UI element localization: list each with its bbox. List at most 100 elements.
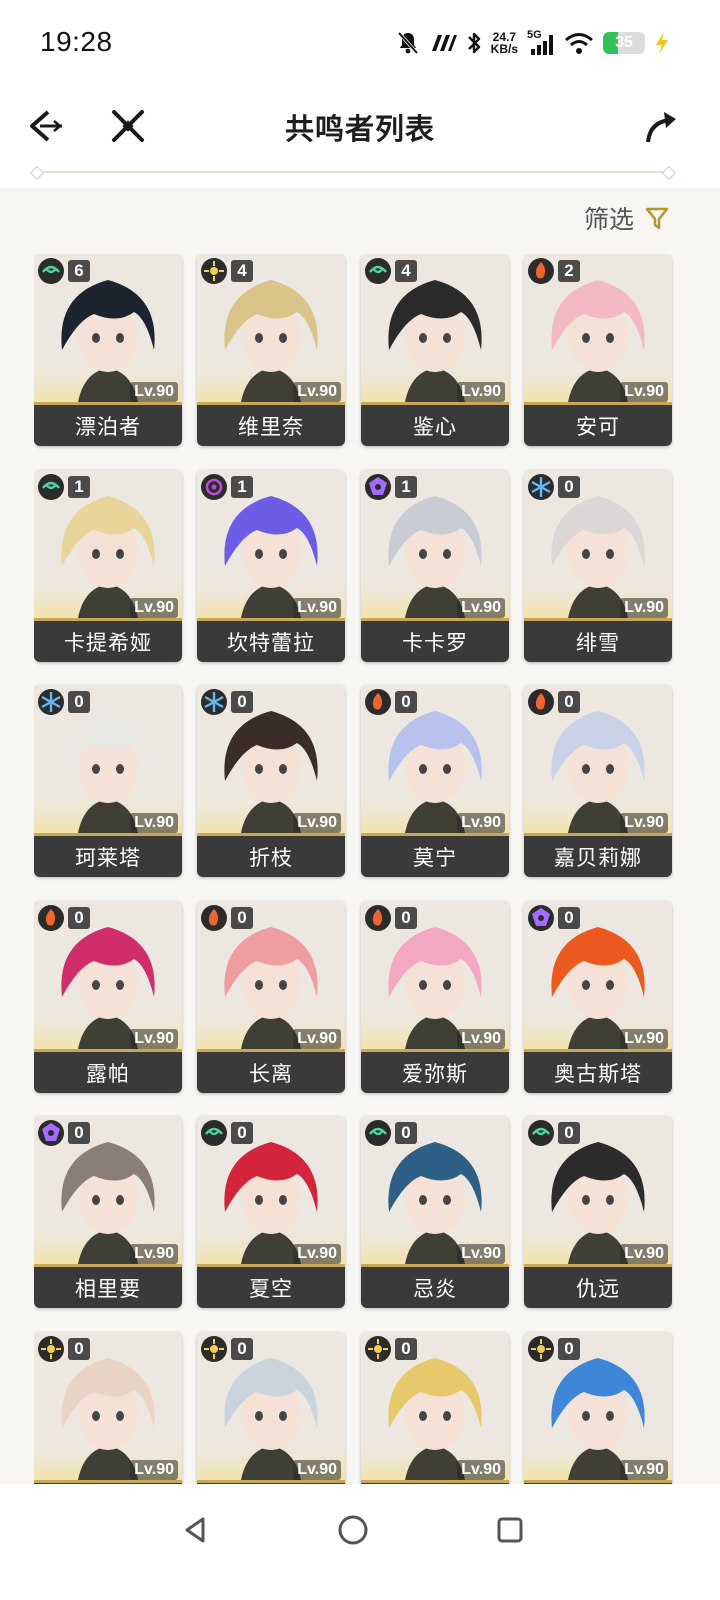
bluetooth-icon [466,30,482,56]
character-badge: 0 [201,689,253,715]
sequence-count: 0 [231,907,253,929]
character-card[interactable]: 1 Lv.90 卡卡罗 [361,470,509,662]
sequence-count: 0 [558,907,580,929]
sequence-count: 0 [231,691,253,713]
character-card[interactable]: 4 Lv.90 维里奈 [197,254,345,446]
character-level: Lv.90 [620,598,668,618]
nav-back-button[interactable] [176,1510,216,1550]
character-badge: 0 [365,689,417,715]
character-name: 爱弥斯 [402,1062,468,1086]
character-level: Lv.90 [293,813,341,833]
character-name-bar: 爱弥斯 [361,1049,509,1093]
character-badge: 0 [528,474,580,500]
aero-element-icon [38,258,64,284]
character-card[interactable]: 0 Lv.90 相里要 [34,1116,182,1308]
character-name-bar: 露帕 [34,1049,182,1093]
character-name-bar: 坎特蕾拉 [197,618,345,662]
wifi-icon [564,31,594,55]
mute-icon [396,30,420,56]
character-level: Lv.90 [620,382,668,402]
character-card[interactable]: 4 Lv.90 鉴心 [361,254,509,446]
character-name: 莫宁 [413,846,457,870]
character-card[interactable]: 0 Lv.90 珂莱塔 [34,685,182,877]
nav-home-icon [338,1515,368,1545]
character-name-bar: 长离 [197,1049,345,1093]
spectro-element-icon [201,1336,227,1362]
character-badge: 4 [201,258,253,284]
character-card[interactable]: 0 Lv.90 [361,1332,509,1484]
character-card[interactable]: 0 Lv.90 仇远 [524,1116,672,1308]
character-card[interactable]: 0 Lv.90 露帕 [34,901,182,1093]
character-name: 露帕 [86,1062,130,1086]
character-name: 仇远 [576,1277,620,1301]
character-name: 珂莱塔 [75,846,141,870]
sequence-count: 2 [558,260,580,282]
carrier-logo-icon [429,33,457,53]
filter-button[interactable]: 筛选 [584,198,670,238]
filter-label: 筛选 [583,206,634,234]
character-badge: 0 [528,905,580,931]
character-name: 鉴心 [413,415,457,439]
character-name-bar: 忌炎 [361,1264,509,1308]
sequence-count: 0 [395,1338,417,1360]
character-grid: 6 Lv.90 漂泊者 4 Lv.90 维里奈 4 Lv.90 鉴心 2 Lv.90 安可 1 Lv.90… [34,254,674,1484]
fusion-element-icon [365,905,391,931]
character-name: 安可 [576,415,620,439]
page-title: 共鸣者列表 [284,114,435,146]
character-level: Lv.90 [620,1460,668,1480]
character-name-bar: 绯雪 [524,618,672,662]
share-button[interactable] [640,104,684,148]
character-card[interactable]: 0 Lv.90 莫宁 [361,685,509,877]
character-badge: 1 [38,474,90,500]
character-badge: 0 [201,905,253,931]
character-card[interactable]: 0 Lv.90 嘉贝莉娜 [524,685,672,877]
character-card[interactable]: 0 Lv.90 折枝 [197,685,345,877]
character-card[interactable]: 0 Lv.90 爱弥斯 [361,901,509,1093]
character-level: Lv.90 [130,1029,178,1049]
character-card[interactable]: 1 Lv.90 卡提希娅 [34,470,182,662]
character-card[interactable]: 2 Lv.90 安可 [524,254,672,446]
sequence-count: 0 [68,1122,90,1144]
character-name: 嘉贝莉娜 [554,846,642,870]
fusion-element-icon [528,689,554,715]
character-card[interactable]: 1 Lv.90 坎特蕾拉 [197,470,345,662]
character-card[interactable]: 0 Lv.90 忌炎 [361,1116,509,1308]
net-speed: 24.7 KB/s [491,31,518,55]
net-speed-unit: KB/s [490,42,518,56]
character-card[interactable]: 0 Lv.90 奥古斯塔 [524,901,672,1093]
character-badge: 0 [365,1120,417,1146]
character-level: Lv.90 [293,1460,341,1480]
character-card[interactable]: 0 Lv.90 [197,1332,345,1484]
character-card[interactable]: 0 Lv.90 夏空 [197,1116,345,1308]
character-level: Lv.90 [293,1244,341,1264]
character-card[interactable]: 0 Lv.90 绯雪 [524,470,672,662]
fusion-element-icon [528,258,554,284]
character-name: 坎特蕾拉 [227,631,315,655]
character-badge: 1 [201,474,253,500]
character-name-bar: 鉴心 [361,402,509,446]
sequence-count: 4 [395,260,417,282]
character-level: Lv.90 [457,598,505,618]
filter-icon [645,207,669,230]
character-badge: 0 [365,1336,417,1362]
share-icon [646,112,676,143]
spectro-element-icon [201,258,227,284]
character-level: Lv.90 [457,1460,505,1480]
aero-element-icon [365,1120,391,1146]
character-card[interactable]: 0 Lv.90 [524,1332,672,1484]
glacio-element-icon [528,474,554,500]
character-level: Lv.90 [293,598,341,618]
character-card[interactable]: 0 Lv.90 [34,1332,182,1484]
character-card[interactable]: 6 Lv.90 漂泊者 [34,254,182,446]
character-badge: 0 [528,1120,580,1146]
spectro-element-icon [365,1336,391,1362]
character-name-bar: 嘉贝莉娜 [524,833,672,877]
nav-back-icon [185,1517,205,1543]
nav-home-button[interactable] [333,1510,373,1550]
character-level: Lv.90 [620,813,668,833]
character-card[interactable]: 0 Lv.90 长离 [197,901,345,1093]
nav-recents-button[interactable] [490,1510,530,1550]
character-name-bar: 维里奈 [197,402,345,446]
aero-element-icon [38,474,64,500]
sequence-count: 0 [395,1122,417,1144]
